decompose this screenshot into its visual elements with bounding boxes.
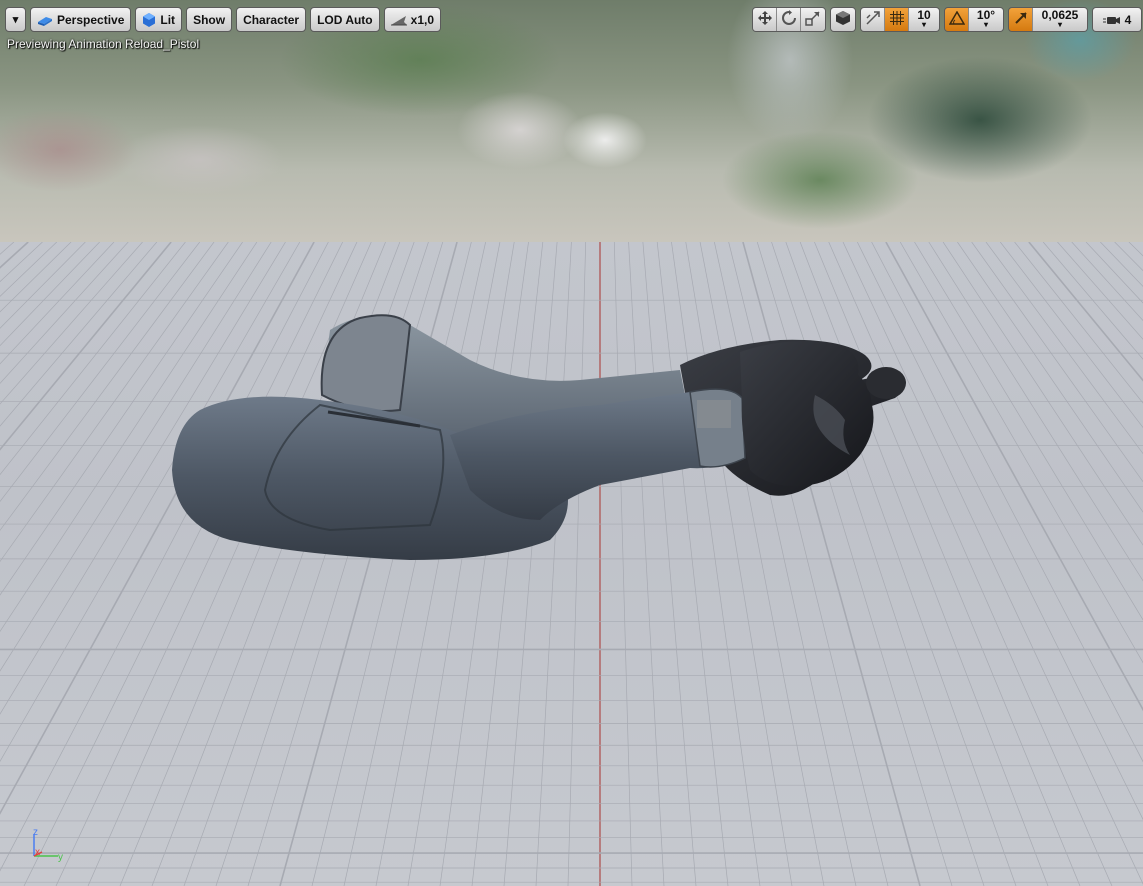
rotation-snap-group: 10° ▾ bbox=[944, 7, 1004, 32]
viewport-toolbar-right: 10 ▾ 10° ▾ 0,0625 ▾ 4 bbox=[752, 7, 1143, 32]
surface-snap-group bbox=[830, 7, 856, 32]
translate-arrows-icon bbox=[757, 10, 773, 29]
character-label: Character bbox=[243, 12, 300, 27]
camera-speed-group: 4 bbox=[1092, 7, 1142, 32]
show-button[interactable]: Show bbox=[186, 7, 233, 32]
front-glove bbox=[740, 341, 874, 486]
grid-snap-group: 10 ▾ bbox=[860, 7, 940, 32]
axis-y-label: y bbox=[58, 852, 63, 863]
grid-drag-icon bbox=[865, 10, 881, 29]
scale-snap-toggle[interactable] bbox=[1009, 8, 1033, 31]
grid-snap-icon bbox=[889, 11, 904, 28]
surface-snap-icon bbox=[835, 10, 851, 29]
axis-x-label: x bbox=[35, 847, 40, 858]
speed-label: x1,0 bbox=[410, 12, 434, 27]
rotate-icon bbox=[781, 10, 797, 29]
lod-label: LOD Auto bbox=[317, 12, 373, 27]
scale-snap-value: 0,0625 bbox=[1041, 7, 1079, 22]
rotation-snap-toggle[interactable] bbox=[945, 8, 969, 31]
perspective-cube-icon bbox=[37, 14, 53, 26]
perspective-button[interactable]: Perspective bbox=[30, 7, 132, 32]
scale-button[interactable] bbox=[801, 8, 825, 31]
scale-snap-value-dropdown[interactable]: 0,0625 ▾ bbox=[1033, 8, 1087, 31]
translate-button[interactable] bbox=[753, 8, 777, 31]
scale-snap-icon bbox=[1014, 11, 1028, 28]
chevron-down-icon: ▾ bbox=[921, 19, 926, 29]
chevron-down-icon: ▾ bbox=[12, 14, 19, 26]
lit-view-mode-button[interactable]: Lit bbox=[135, 7, 183, 32]
rotation-snap-value-dropdown[interactable]: 10° ▾ bbox=[969, 8, 1003, 31]
viewport-options-menu[interactable]: ▾ bbox=[5, 7, 26, 32]
scale-icon bbox=[805, 10, 821, 29]
chevron-down-icon: ▾ bbox=[983, 19, 988, 29]
rotation-snap-value: 10° bbox=[976, 7, 996, 22]
camera-speed-button[interactable]: 4 bbox=[1093, 8, 1141, 31]
transform-tools-group bbox=[752, 7, 826, 32]
playback-speed-button[interactable]: x1,0 bbox=[383, 7, 441, 32]
rotation-snap-icon bbox=[948, 10, 965, 28]
scale-snap-group: 0,0625 ▾ bbox=[1008, 7, 1088, 32]
grid-snap-value-dropdown[interactable]: 10 ▾ bbox=[909, 8, 939, 31]
perspective-label: Perspective bbox=[57, 12, 125, 27]
camera-speed-value: 4 bbox=[1124, 12, 1132, 27]
lit-sphere-icon bbox=[142, 12, 156, 27]
surface-snap-button[interactable] bbox=[831, 8, 855, 31]
grid-snap-value: 10 bbox=[917, 7, 931, 22]
axis-gizmo: z x y bbox=[33, 827, 63, 863]
preview-status-text: Previewing Animation Reload_Pistol bbox=[7, 37, 200, 51]
viewport[interactable]: ▾ Perspective Lit Show Character LOD Aut… bbox=[0, 0, 1143, 886]
viewport-toolbar-left: ▾ Perspective Lit Show Character LOD Aut… bbox=[5, 7, 445, 32]
character-button[interactable]: Character bbox=[236, 7, 307, 32]
lit-label: Lit bbox=[160, 12, 176, 27]
axis-z-label: z bbox=[33, 827, 38, 838]
camera-speed-icon bbox=[1102, 14, 1121, 26]
arm-mesh-preview bbox=[172, 314, 906, 560]
lod-button[interactable]: LOD Auto bbox=[310, 7, 380, 32]
chevron-down-icon: ▾ bbox=[1057, 19, 1062, 29]
rotate-button[interactable] bbox=[777, 8, 801, 31]
play-speed-icon bbox=[390, 14, 407, 26]
show-label: Show bbox=[193, 12, 226, 27]
grid-drag-button[interactable] bbox=[861, 8, 885, 31]
grid-snap-toggle[interactable] bbox=[885, 8, 909, 31]
